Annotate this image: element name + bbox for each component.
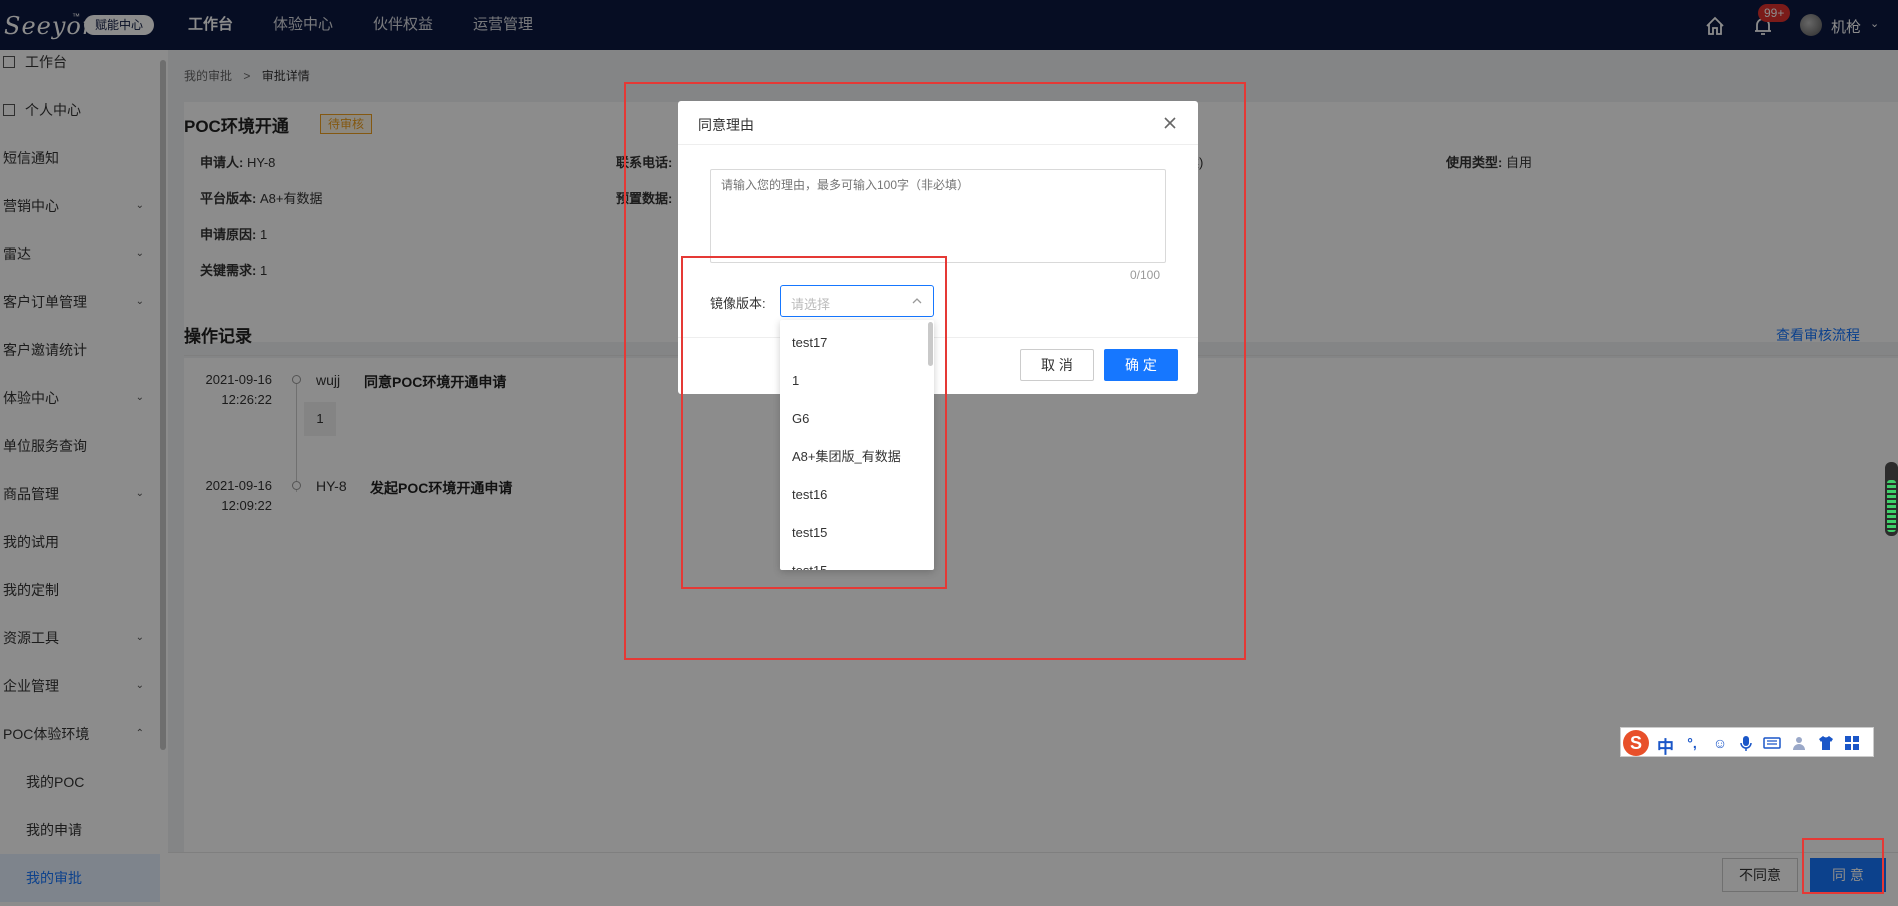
grid-menu-icon[interactable] — [1843, 734, 1861, 752]
punctuation-icon[interactable]: °, — [1683, 734, 1701, 752]
skin-shirt-icon[interactable] — [1817, 734, 1835, 752]
smiley-icon[interactable]: ☺ — [1711, 734, 1729, 752]
keyboard-icon[interactable] — [1763, 734, 1781, 752]
ime-mode[interactable]: 中 — [1657, 733, 1674, 758]
user-icon[interactable] — [1791, 734, 1809, 752]
sogou-logo-icon[interactable]: S — [1623, 730, 1649, 756]
annotation-box-agree — [1802, 838, 1884, 894]
volume-indicator — [1885, 462, 1898, 536]
ime-toolbar: S 中 °, ☺ — [1620, 727, 1874, 757]
annotation-box-dropdown — [681, 256, 947, 589]
microphone-icon[interactable] — [1737, 734, 1755, 752]
volume-level — [1887, 480, 1896, 532]
